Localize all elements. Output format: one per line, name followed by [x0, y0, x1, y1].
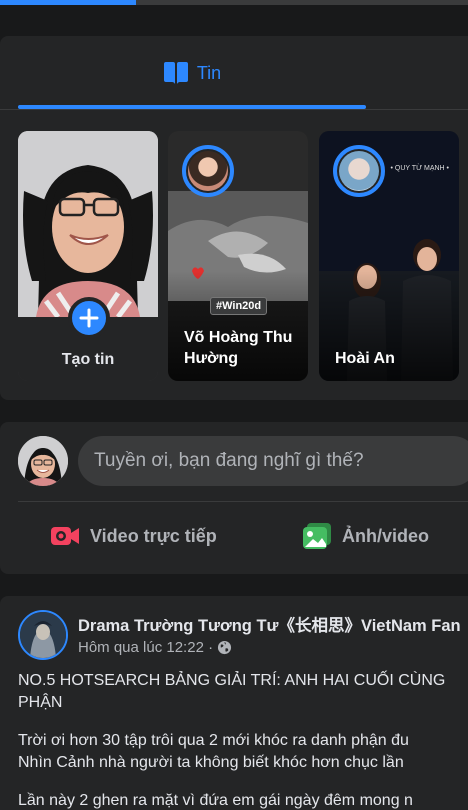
live-video-label: Video trực tiếp — [90, 525, 217, 546]
plus-icon — [79, 308, 99, 328]
post-timestamp[interactable]: Hôm qua lúc 12:22 · — [78, 639, 213, 656]
create-story-label: Tạo tin — [61, 351, 115, 368]
post-page-name[interactable]: Drama Trường Tương Tư《长相思》VietNam Fan — [78, 612, 461, 636]
stories-card: Tin Tạo tin #Win20d Võ Hoàng Thu Hường •… — [0, 36, 468, 400]
create-story-card[interactable]: Tạo tin — [18, 131, 158, 381]
page-avatar[interactable] — [18, 610, 68, 660]
photo-icon — [303, 523, 331, 549]
book-open-icon — [163, 62, 188, 84]
story-avatar — [333, 145, 385, 197]
whats-on-your-mind-input[interactable]: Tuyền ơi, bạn đang nghĩ gì thế? — [78, 436, 468, 486]
story-hashtag: #Win20d — [210, 297, 268, 315]
post-composer: Tuyền ơi, bạn đang nghĩ gì thế? Video tr… — [0, 422, 468, 574]
post-text-line: NO.5 HOTSEARCH BẢNG GIẢI TRÍ: ANH HAI CU… — [18, 672, 446, 689]
story-card[interactable]: #Win20d Võ Hoàng Thu Hường — [168, 131, 308, 381]
story-author-name: Hoài An — [335, 350, 395, 367]
globe-icon — [218, 640, 232, 655]
story-card[interactable]: • QUY TỪ MẠNH • Hoài An — [319, 131, 459, 381]
post-text-line: Lần này 2 ghen ra mặt vì đứa em gái ngày… — [18, 792, 413, 809]
tab-active-indicator — [18, 105, 366, 109]
avatar[interactable] — [18, 436, 68, 486]
top-progress-fill — [0, 0, 136, 5]
post-meta: Hôm qua lúc 12:22 · — [78, 639, 232, 656]
add-story-button[interactable] — [68, 297, 110, 339]
tab-stories[interactable]: Tin — [18, 36, 366, 110]
tab-stories-label: Tin — [196, 62, 222, 83]
live-video-icon — [51, 527, 79, 545]
top-progress-bar — [0, 0, 468, 5]
story-avatar — [182, 145, 234, 197]
post-text-line: Trời ơi hơn 30 tập trôi qua 2 mới khóc r… — [18, 732, 409, 749]
post-text-line: Nhìn Cảnh nhà người ta không biết khóc h… — [18, 754, 404, 771]
stories-tabbar: Tin — [0, 36, 468, 110]
post-text-line: PHẬN — [18, 694, 63, 711]
story-watermark: • QUY TỪ MẠNH • — [390, 165, 449, 172]
feed-post: Drama Trường Tương Tư《长相思》VietNam Fan Hô… — [0, 596, 468, 810]
photo-video-button[interactable]: Ảnh/video — [302, 518, 429, 554]
live-video-button[interactable]: Video trực tiếp — [50, 518, 217, 554]
user-story-photo — [18, 131, 158, 317]
composer-divider — [18, 501, 468, 502]
story-author-name: Võ Hoàng Thu Hường — [184, 329, 293, 367]
photo-video-label: Ảnh/video — [342, 525, 430, 546]
